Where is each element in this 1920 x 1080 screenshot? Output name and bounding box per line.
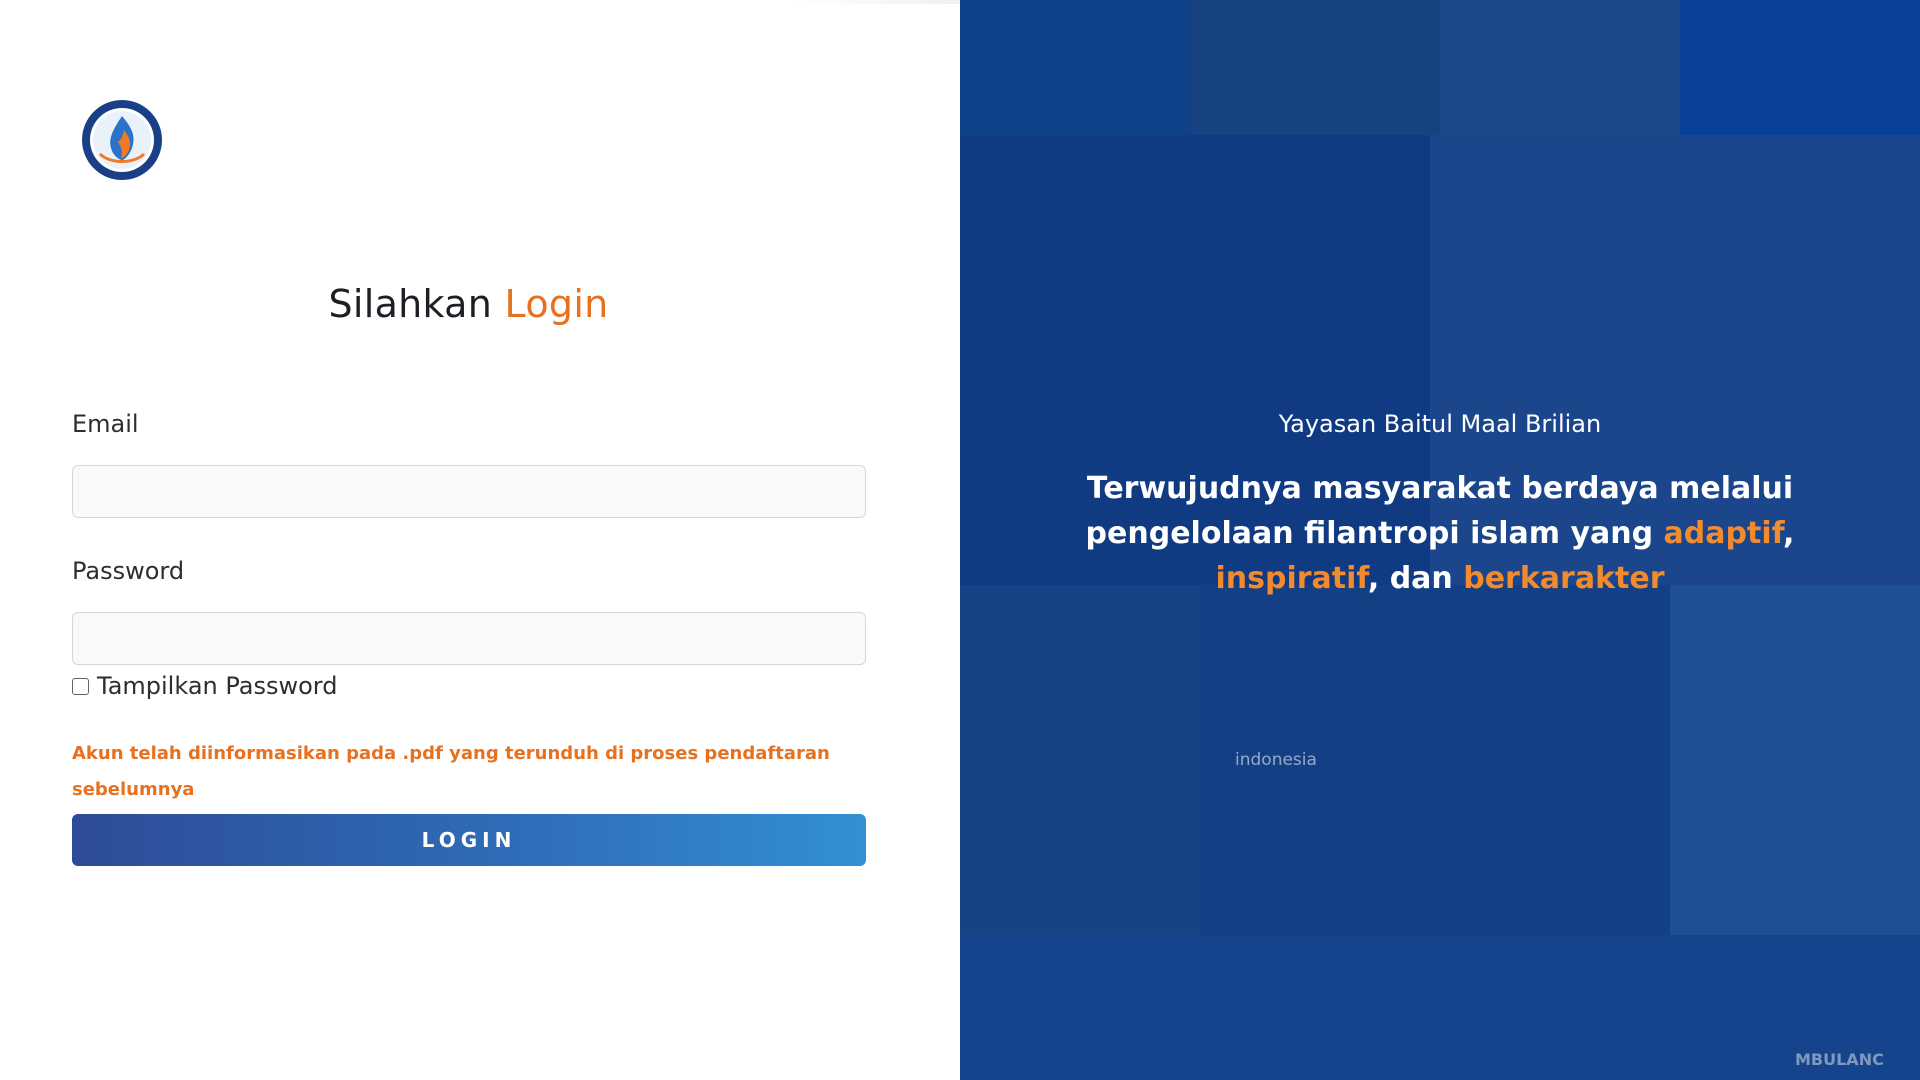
show-password-checkbox[interactable] <box>72 677 89 695</box>
email-input[interactable] <box>72 465 866 518</box>
login-panel: Silahkan Login Email Password Tampilkan … <box>0 0 960 1080</box>
brilian-logo <box>80 98 164 182</box>
title-prefix: Silahkan <box>328 282 493 326</box>
highlight-adaptif: adaptif <box>1663 516 1784 551</box>
password-input[interactable] <box>72 612 866 665</box>
mission-part-2: dan <box>1389 561 1453 596</box>
mission-statement: Terwujudnya masyarakat berdaya melalui p… <box>960 466 1920 601</box>
photo-word-ambulance: MBULANC <box>1795 1050 1884 1069</box>
top-shadow <box>790 0 960 4</box>
page-title: Silahkan Login <box>0 282 937 326</box>
title-accent: Login <box>504 282 609 326</box>
email-label: Email <box>72 410 139 438</box>
photo-word-indonesia: indonesia <box>1235 750 1317 770</box>
hero-panel: Yayasan Baitul Maal Brilian Terwujudnya … <box>960 0 1920 1080</box>
password-label: Password <box>72 557 185 585</box>
highlight-inspiratif: inspiratif <box>1215 561 1368 596</box>
mission-comma-1: , <box>1783 516 1795 551</box>
show-password-toggle[interactable]: Tampilkan Password <box>72 672 337 700</box>
show-password-label: Tampilkan Password <box>97 672 338 700</box>
highlight-berkarakter: berkarakter <box>1463 561 1665 596</box>
organization-name: Yayasan Baitul Maal Brilian <box>1278 410 1602 438</box>
account-info-text: Akun telah diinformasikan pada .pdf yang… <box>72 743 830 800</box>
login-button[interactable]: LOGIN <box>72 814 866 866</box>
mission-comma-2: , <box>1367 561 1380 596</box>
